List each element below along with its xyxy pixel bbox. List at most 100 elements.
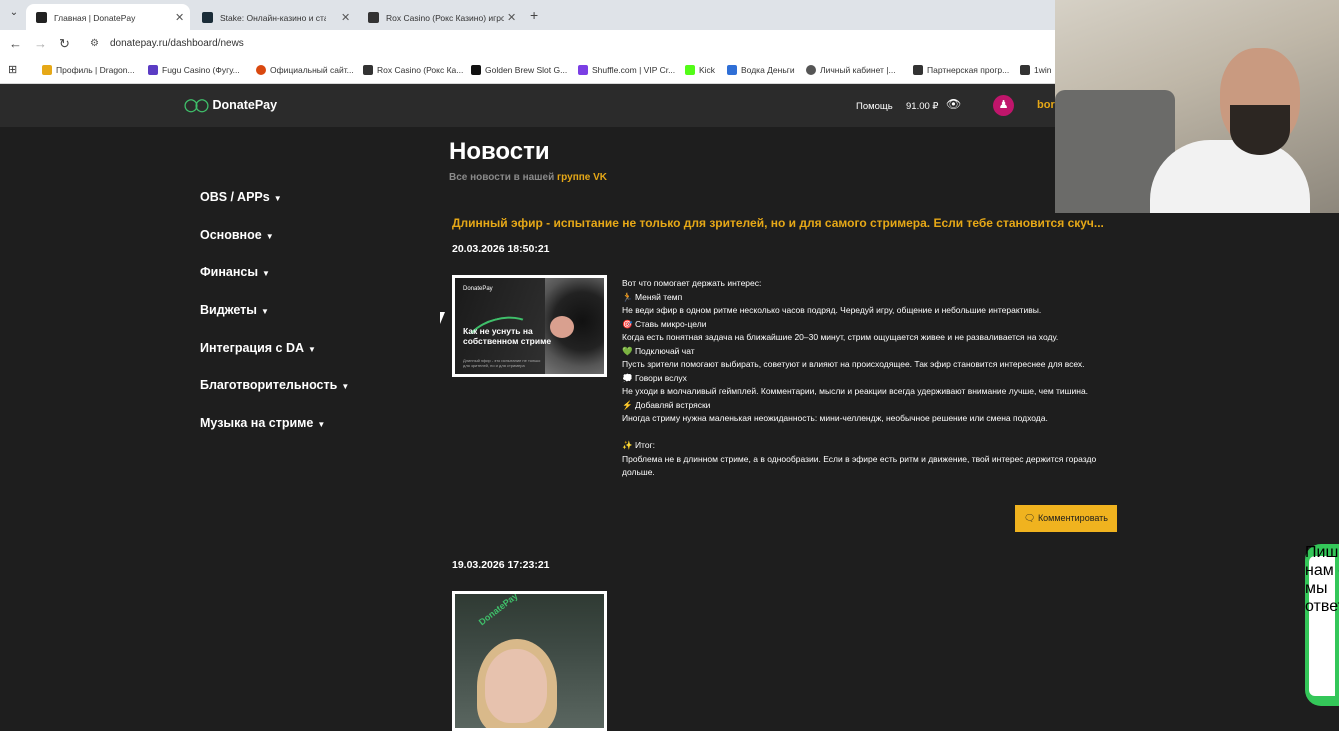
feedback-tab-label[interactable]: Пишите нам - мы ответим! xyxy=(1305,544,1339,616)
bookmark-favicon-icon xyxy=(256,65,266,75)
new-tab-button[interactable]: + xyxy=(530,7,538,23)
eye-icon[interactable]: 👁 xyxy=(946,97,961,111)
bookmark-item[interactable]: Официальный сайт... xyxy=(256,65,354,75)
news-body-line: Пусть зрители помогают выбирать, советую… xyxy=(622,359,1085,369)
news-title[interactable]: Длинный эфир - испытание не только для з… xyxy=(452,216,1117,230)
close-icon[interactable]: ✕ xyxy=(175,11,184,24)
balance-value: 91.00 ₽ xyxy=(906,101,939,112)
bookmark-favicon-icon xyxy=(727,65,737,75)
news-body: Вот что помогает держать интерес: 🏃 Меня… xyxy=(622,277,1122,480)
bookmark-label: 1win xyxy=(1034,65,1052,75)
browser-tab-donatepay[interactable]: Главная | DonatePay ✕ xyxy=(26,4,190,30)
news-body-line: ⚡ Добавляй встряски xyxy=(622,399,711,410)
bookmark-item[interactable]: Shuffle.com | VIP Cr... xyxy=(578,65,675,75)
comment-button-label: Комментировать xyxy=(1037,513,1108,523)
thumb-logo: DonatePay xyxy=(476,591,520,628)
bookmark-label: Fugu Casino (Фугу... xyxy=(162,65,240,75)
sidebar-item-label: Благотворительность xyxy=(200,378,338,392)
bookmark-item[interactable]: Rox Casino (Рокс Ка... xyxy=(363,65,463,75)
caret-down-icon: ▼ xyxy=(260,307,269,316)
sidebar-item-music[interactable]: Музыка на стриме ▼ xyxy=(200,416,325,430)
close-icon[interactable]: ✕ xyxy=(507,11,516,24)
news-body-line: ✨ Итог: xyxy=(622,440,656,450)
bookmark-favicon-icon xyxy=(578,65,588,75)
close-icon[interactable]: ✕ xyxy=(341,11,350,24)
comment-icon: 🗨 xyxy=(1023,513,1036,523)
comment-button[interactable]: 🗨 Комментировать xyxy=(1015,505,1117,532)
caret-down-icon: ▼ xyxy=(308,345,316,354)
donatepay-logo[interactable]: ◯◯ DonatePay xyxy=(184,97,277,112)
bookmark-item[interactable]: Kick xyxy=(685,65,715,75)
page-title: Новости xyxy=(449,138,550,165)
username[interactable]: bor xyxy=(1037,99,1055,111)
logo-text: DonatePay xyxy=(212,98,278,112)
news-body-line: 🏃 Меняй темп xyxy=(622,291,683,302)
news-body-line: Вот что помогает держать интерес: xyxy=(622,278,762,288)
news-body-line: Иногда стриму нужна маленькая неожиданно… xyxy=(622,413,1048,423)
apps-grid-icon[interactable]: ⊞ xyxy=(8,63,17,76)
bookmark-favicon-icon xyxy=(913,65,923,75)
bookmark-label: Водка Деньги xyxy=(741,65,795,75)
browser-tab-rox[interactable]: Rox Casino (Рокс Казино) игро ✕ xyxy=(358,4,522,30)
vk-group-link[interactable]: группе VK xyxy=(557,172,607,183)
news-body-line: Не уходи в молчаливый геймплей. Коммента… xyxy=(622,386,1089,396)
news-image[interactable]: DonatePay Как не уснуть на собственном с… xyxy=(452,275,607,377)
sidebar-item-label: Основное xyxy=(200,228,262,242)
sidebar-item-label: OBS / APPs xyxy=(200,190,270,204)
donatepay-favicon-icon xyxy=(36,12,47,23)
bookmark-label: Rox Casino (Рокс Ка... xyxy=(377,65,464,75)
browser-tab-stake[interactable]: Stake: Онлайн-казино и ставки ✕ xyxy=(192,4,356,30)
sidebar-item-label: Интеграция с DA xyxy=(200,341,305,355)
caret-down-icon: ▼ xyxy=(317,420,326,429)
forward-arrow-icon[interactable]: → xyxy=(34,36,47,51)
face-image xyxy=(485,649,547,723)
address-bar[interactable]: donatepay.ru/dashboard/news xyxy=(110,38,244,49)
bookmark-item[interactable]: Личный кабинет |... xyxy=(806,65,896,75)
news-image[interactable]: DonatePay xyxy=(452,591,607,731)
bookmark-favicon-icon xyxy=(806,65,816,75)
news-body-line xyxy=(622,426,1122,440)
news-date: 20.03.2026 18:50:21 xyxy=(452,243,550,255)
sidebar-item-charity[interactable]: Благотворительность ▼ xyxy=(200,378,349,392)
news-body-line: Не веди эфир в одном ритме несколько час… xyxy=(622,305,1042,315)
tab-search-icon[interactable]: ⌄ xyxy=(6,7,22,23)
bookmark-item[interactable]: 1win xyxy=(1020,65,1051,75)
bookmark-favicon-icon xyxy=(148,65,158,75)
caret-down-icon: ▼ xyxy=(265,232,274,241)
reload-icon[interactable]: ↻ xyxy=(59,36,70,52)
site-info-icon[interactable]: ⚙ xyxy=(90,38,99,49)
bookmark-favicon-icon xyxy=(1020,65,1030,75)
back-arrow-icon[interactable]: ← xyxy=(9,36,22,51)
sidebar-item-obs-apps[interactable]: OBS / APPs ▼ xyxy=(200,190,282,204)
bookmark-item[interactable]: Fugu Casino (Фугу... xyxy=(148,65,240,75)
bookmark-item[interactable]: Партнерская прогр... xyxy=(913,65,1009,75)
bookmark-item[interactable]: Golden Brew Slot G... xyxy=(471,65,567,75)
sidebar-item-finance[interactable]: Финансы ▼ xyxy=(200,265,270,279)
sidebar-item-widgets[interactable]: Виджеты ▼ xyxy=(200,303,269,317)
news-date: 19.03.2026 17:23:21 xyxy=(452,559,550,571)
webcam-overlay xyxy=(1055,0,1339,213)
bookmark-label: Личный кабинет |... xyxy=(820,65,896,75)
bookmark-item[interactable]: Водка Деньги xyxy=(727,65,795,75)
thumb-logo: DonatePay xyxy=(463,286,493,292)
sidebar-item-main[interactable]: Основное ▼ xyxy=(200,228,274,242)
sidebar-item-label: Виджеты xyxy=(200,303,257,317)
caret-down-icon: ▼ xyxy=(262,269,270,278)
tab-label: Stake: Онлайн-казино и ставки xyxy=(220,13,326,23)
news-body-line: 💚 Подключай чат xyxy=(622,345,695,356)
help-link[interactable]: Помощь xyxy=(856,101,893,112)
sidebar-item-label: Финансы xyxy=(200,265,259,279)
sidebar-item-da-integration[interactable]: Интеграция с DA ▼ xyxy=(200,341,316,355)
paw-image xyxy=(550,316,574,338)
bookmark-label: Партнерская прогр... xyxy=(927,65,1010,75)
bookmark-favicon-icon xyxy=(685,65,695,75)
thumb-headline: Как не уснуть на собственном стриме xyxy=(463,326,552,346)
stake-favicon-icon xyxy=(202,12,213,23)
subtitle-text: Все новости в нашей xyxy=(449,172,555,183)
thumb-caption: Длинный эфир - это испытание не только д… xyxy=(463,358,541,368)
caret-down-icon: ▼ xyxy=(341,382,350,391)
news-body-line: Проблема не в длинном стриме, а в однооб… xyxy=(622,453,1097,478)
avatar[interactable]: ♟ xyxy=(993,95,1014,116)
bookmark-favicon-icon xyxy=(471,65,481,75)
bookmark-item[interactable]: Профиль | Dragon... xyxy=(42,65,135,75)
